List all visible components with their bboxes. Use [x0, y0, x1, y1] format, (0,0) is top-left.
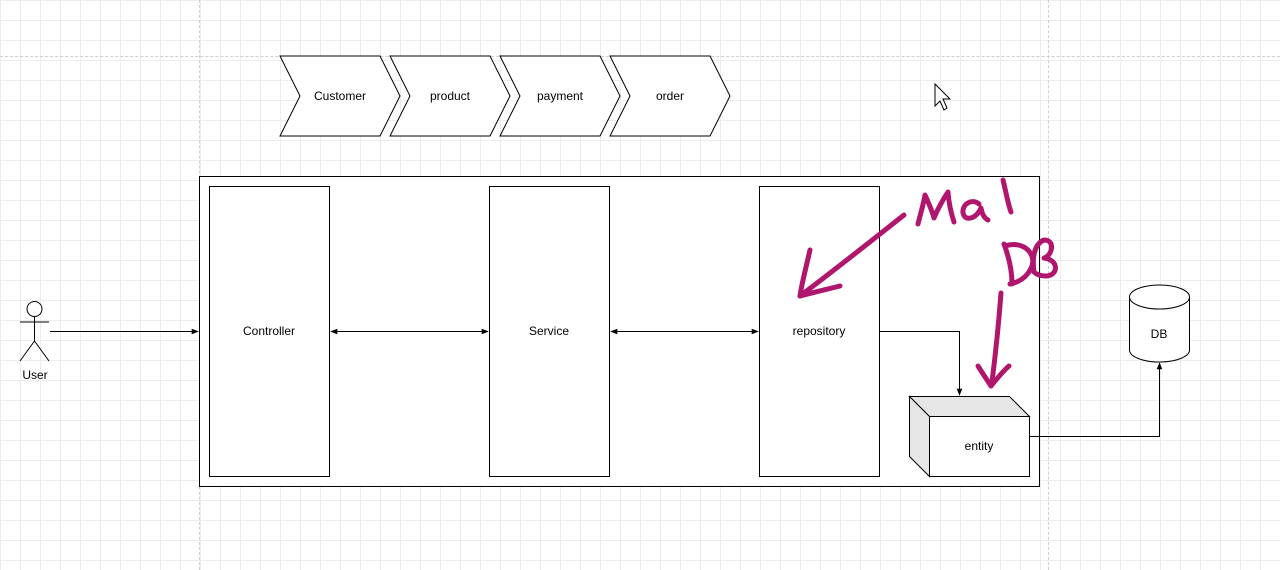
entity-cube[interactable] — [908, 395, 1031, 478]
database-label: DB — [1150, 327, 1168, 341]
step-product-label: product — [429, 89, 471, 103]
repository-label: repository — [792, 324, 846, 338]
step-customer-label: Customer — [313, 89, 366, 103]
user-actor-icon[interactable] — [19, 301, 50, 362]
edge-entity-db[interactable] — [1030, 362, 1163, 437]
step-order-label: order — [655, 89, 684, 103]
mouse-cursor-icon — [934, 82, 952, 111]
service-label: Service — [528, 324, 569, 338]
user-actor-label: User — [22, 368, 48, 382]
diagram-canvas — [19, 55, 1190, 487]
controller-label: Controller — [242, 324, 296, 338]
step-payment-label: payment — [536, 89, 584, 103]
entity-label: entity — [964, 439, 994, 453]
database-cylinder[interactable] — [1129, 284, 1190, 363]
